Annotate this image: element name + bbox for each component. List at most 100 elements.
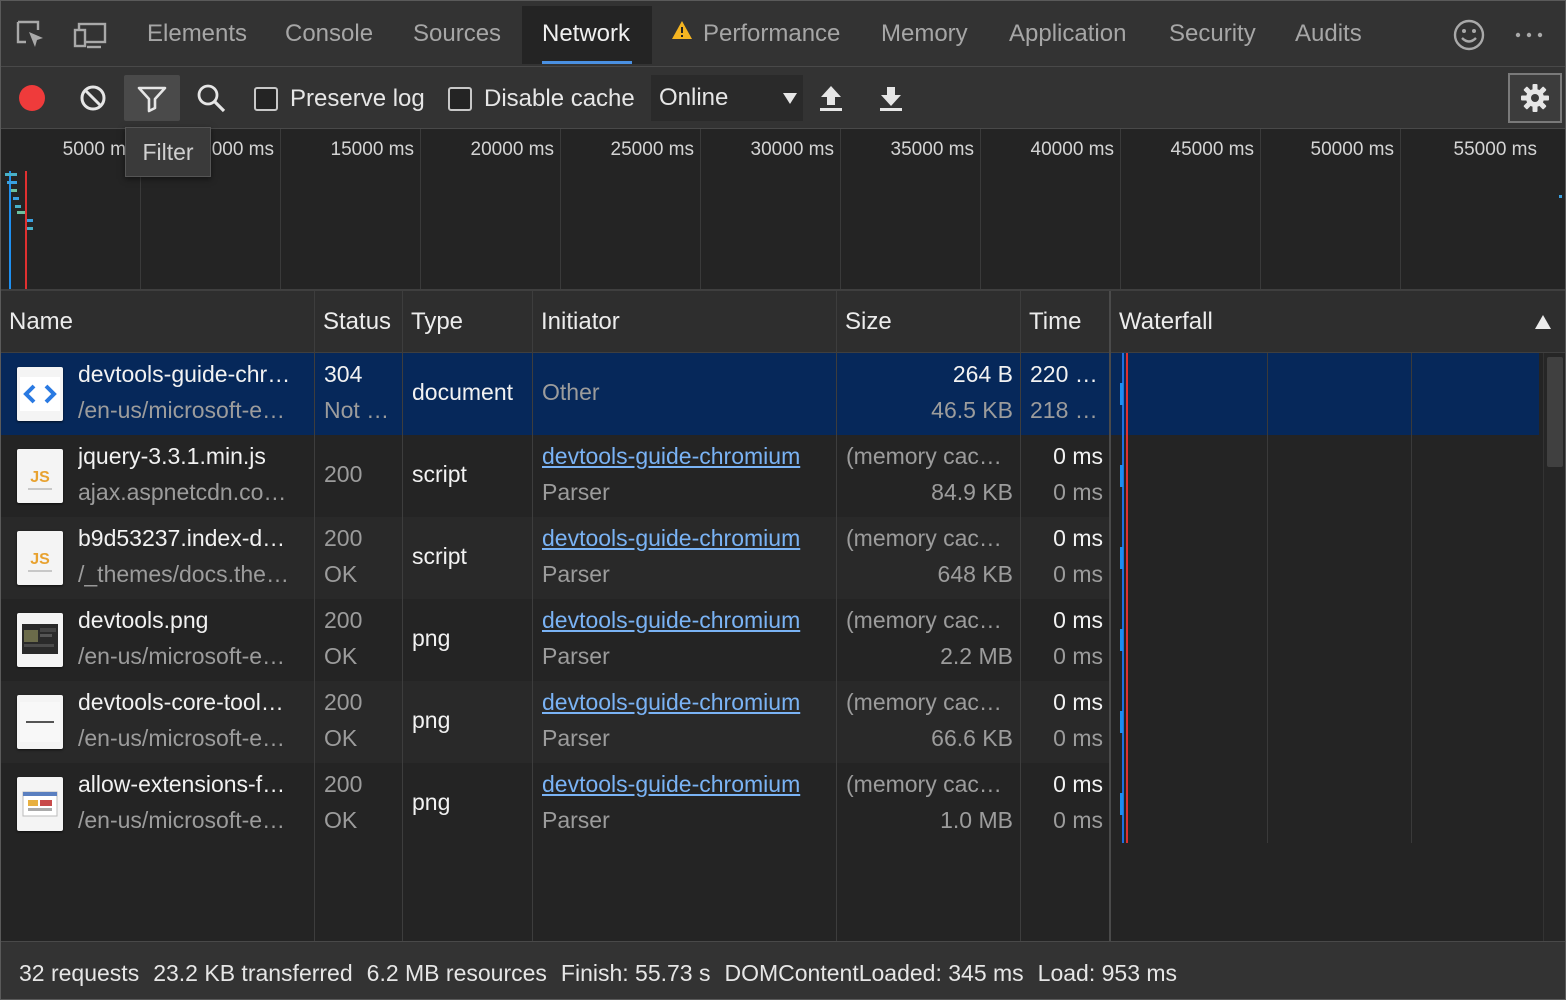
summary-domcontentloaded: DOMContentLoaded: 345 ms	[724, 960, 1024, 986]
waterfall-panel[interactable]	[1111, 353, 1565, 941]
request-latency: 0 ms	[1053, 807, 1103, 833]
overview-request-bar	[11, 189, 17, 192]
table-row[interactable]: JS jquery-3.3.1.min.js ajax.aspnetcdn.co…	[1, 435, 1111, 517]
device-toolbar-icon[interactable]	[73, 17, 109, 53]
scrollbar-thumb[interactable]	[1547, 357, 1563, 467]
request-name: b9d53237.index-d…	[78, 525, 286, 551]
request-path: ajax.aspnetcdn.co…	[78, 479, 287, 505]
request-status: 304	[324, 361, 363, 387]
column-header-time[interactable]: Time	[1021, 291, 1111, 353]
tab-console[interactable]: Console	[265, 6, 393, 64]
request-name: jquery-3.3.1.min.js	[78, 443, 266, 469]
request-resource-size: 84.9 KB	[931, 479, 1013, 505]
request-status: 200	[324, 689, 363, 715]
import-har-button[interactable]	[803, 75, 859, 121]
table-row[interactable]: devtools-core-tool… /en-us/microsoft-e… …	[1, 681, 1111, 763]
preserve-log-checkbox[interactable]: Preserve log	[254, 85, 425, 113]
domcontentloaded-line	[1122, 353, 1124, 843]
throttling-value: Online	[659, 84, 729, 111]
tick-label: 35000 ms	[890, 139, 974, 160]
waterfall-scrollbar[interactable]	[1543, 353, 1565, 941]
column-header-waterfall[interactable]: Waterfall	[1111, 291, 1565, 353]
column-header-name[interactable]: Name	[1, 291, 315, 353]
overview-request-bar	[13, 197, 19, 200]
tab-security[interactable]: Security	[1149, 6, 1276, 64]
request-initiator-link[interactable]: devtools-guide-chromium	[542, 443, 832, 470]
overview-tick: 25000 ms	[561, 129, 701, 289]
more-options-icon[interactable]	[1511, 17, 1547, 53]
clear-button[interactable]	[65, 75, 121, 121]
column-header-status[interactable]: Status	[315, 291, 403, 353]
request-initiator-link[interactable]: devtools-guide-chromium	[542, 525, 832, 552]
request-latency: 0 ms	[1053, 561, 1103, 587]
request-resource-size: 1.0 MB	[940, 807, 1013, 833]
record-icon	[19, 85, 45, 111]
request-name: devtools.png	[78, 607, 209, 633]
feedback-smiley-icon[interactable]	[1451, 17, 1487, 53]
export-har-button[interactable]	[863, 75, 919, 121]
waterfall-bar	[1120, 793, 1123, 815]
checkbox-box	[448, 87, 472, 111]
network-settings-button[interactable]	[1508, 73, 1562, 123]
column-header-initiator[interactable]: Initiator	[533, 291, 837, 353]
filter-button[interactable]	[124, 75, 180, 121]
request-path: /_themes/docs.the…	[78, 561, 289, 587]
request-size: (memory cac…	[846, 689, 1002, 715]
request-initiator-link[interactable]: devtools-guide-chromium	[542, 771, 832, 798]
inspect-element-icon[interactable]	[13, 17, 49, 53]
search-button[interactable]	[183, 75, 239, 121]
column-divider[interactable]	[1020, 291, 1021, 941]
waterfall-bar	[1120, 465, 1123, 487]
tick-label: 25000 ms	[610, 139, 694, 160]
tab-elements[interactable]: Elements	[127, 6, 267, 64]
request-time: 0 ms	[1053, 689, 1103, 715]
tick-label: 15000 ms	[330, 139, 414, 160]
request-resource-size: 46.5 KB	[931, 397, 1013, 423]
js-file-icon: JS	[17, 531, 63, 585]
gear-icon	[1521, 84, 1549, 112]
summary-requests: 32 requests	[19, 960, 140, 986]
disable-cache-checkbox[interactable]: Disable cache	[448, 85, 635, 113]
tick-label: 5000 m	[62, 139, 126, 160]
column-header-size[interactable]: Size	[837, 291, 1021, 353]
column-divider[interactable]	[402, 291, 403, 941]
table-row[interactable]: devtools.png /en-us/microsoft-e… 200 OK …	[1, 599, 1111, 681]
chevron-down-icon	[783, 93, 797, 104]
waterfall-label: Waterfall	[1119, 308, 1213, 335]
tab-audits[interactable]: Audits	[1275, 6, 1382, 64]
upload-icon	[820, 86, 842, 111]
tab-network[interactable]: Network	[522, 6, 652, 64]
request-time: 0 ms	[1053, 771, 1103, 797]
column-divider[interactable]	[532, 291, 533, 941]
tick-label: 50000 ms	[1310, 139, 1394, 160]
column-divider[interactable]	[836, 291, 837, 941]
devtools-window: Elements Console Sources Network Perform…	[0, 0, 1566, 1000]
table-row[interactable]: allow-extensions-f… /en-us/microsoft-e… …	[1, 763, 1111, 845]
column-header-type[interactable]: Type	[403, 291, 533, 353]
tab-application[interactable]: Application	[989, 6, 1146, 64]
waterfall-bar	[1120, 629, 1123, 651]
column-divider[interactable]	[314, 291, 315, 941]
tab-sources[interactable]: Sources	[393, 6, 521, 64]
request-type: script	[412, 543, 467, 569]
tick-label: 45000 ms	[1170, 139, 1254, 160]
network-toolbar: Preserve log Disable cache Online	[1, 67, 1565, 129]
request-initiator-link[interactable]: devtools-guide-chromium	[542, 689, 832, 716]
request-type: png	[412, 789, 451, 815]
waterfall-selected-row	[1111, 353, 1539, 435]
overview-tick: 20000 ms	[421, 129, 561, 289]
table-row[interactable]: JS b9d53237.index-d… /_themes/docs.the… …	[1, 517, 1111, 599]
tab-performance[interactable]: Performance	[651, 6, 860, 64]
tab-memory[interactable]: Memory	[861, 6, 988, 64]
overview-request-bar	[7, 181, 17, 184]
record-button[interactable]	[4, 75, 60, 121]
network-overview[interactable]: 5000 m 000 ms 15000 ms 20000 ms 25000 ms…	[1, 129, 1565, 291]
download-icon	[880, 87, 902, 111]
summary-finish: Finish: 55.73 s	[560, 960, 711, 986]
table-row[interactable]: devtools-guide-chr… /en-us/microsoft-e… …	[1, 353, 1111, 435]
request-resource-size: 648 KB	[937, 561, 1013, 587]
overview-tick: 5000 m	[1, 129, 141, 289]
request-time: 220 …	[1030, 361, 1098, 387]
request-initiator-link[interactable]: devtools-guide-chromium	[542, 607, 832, 634]
throttling-select[interactable]: Online	[651, 75, 803, 121]
